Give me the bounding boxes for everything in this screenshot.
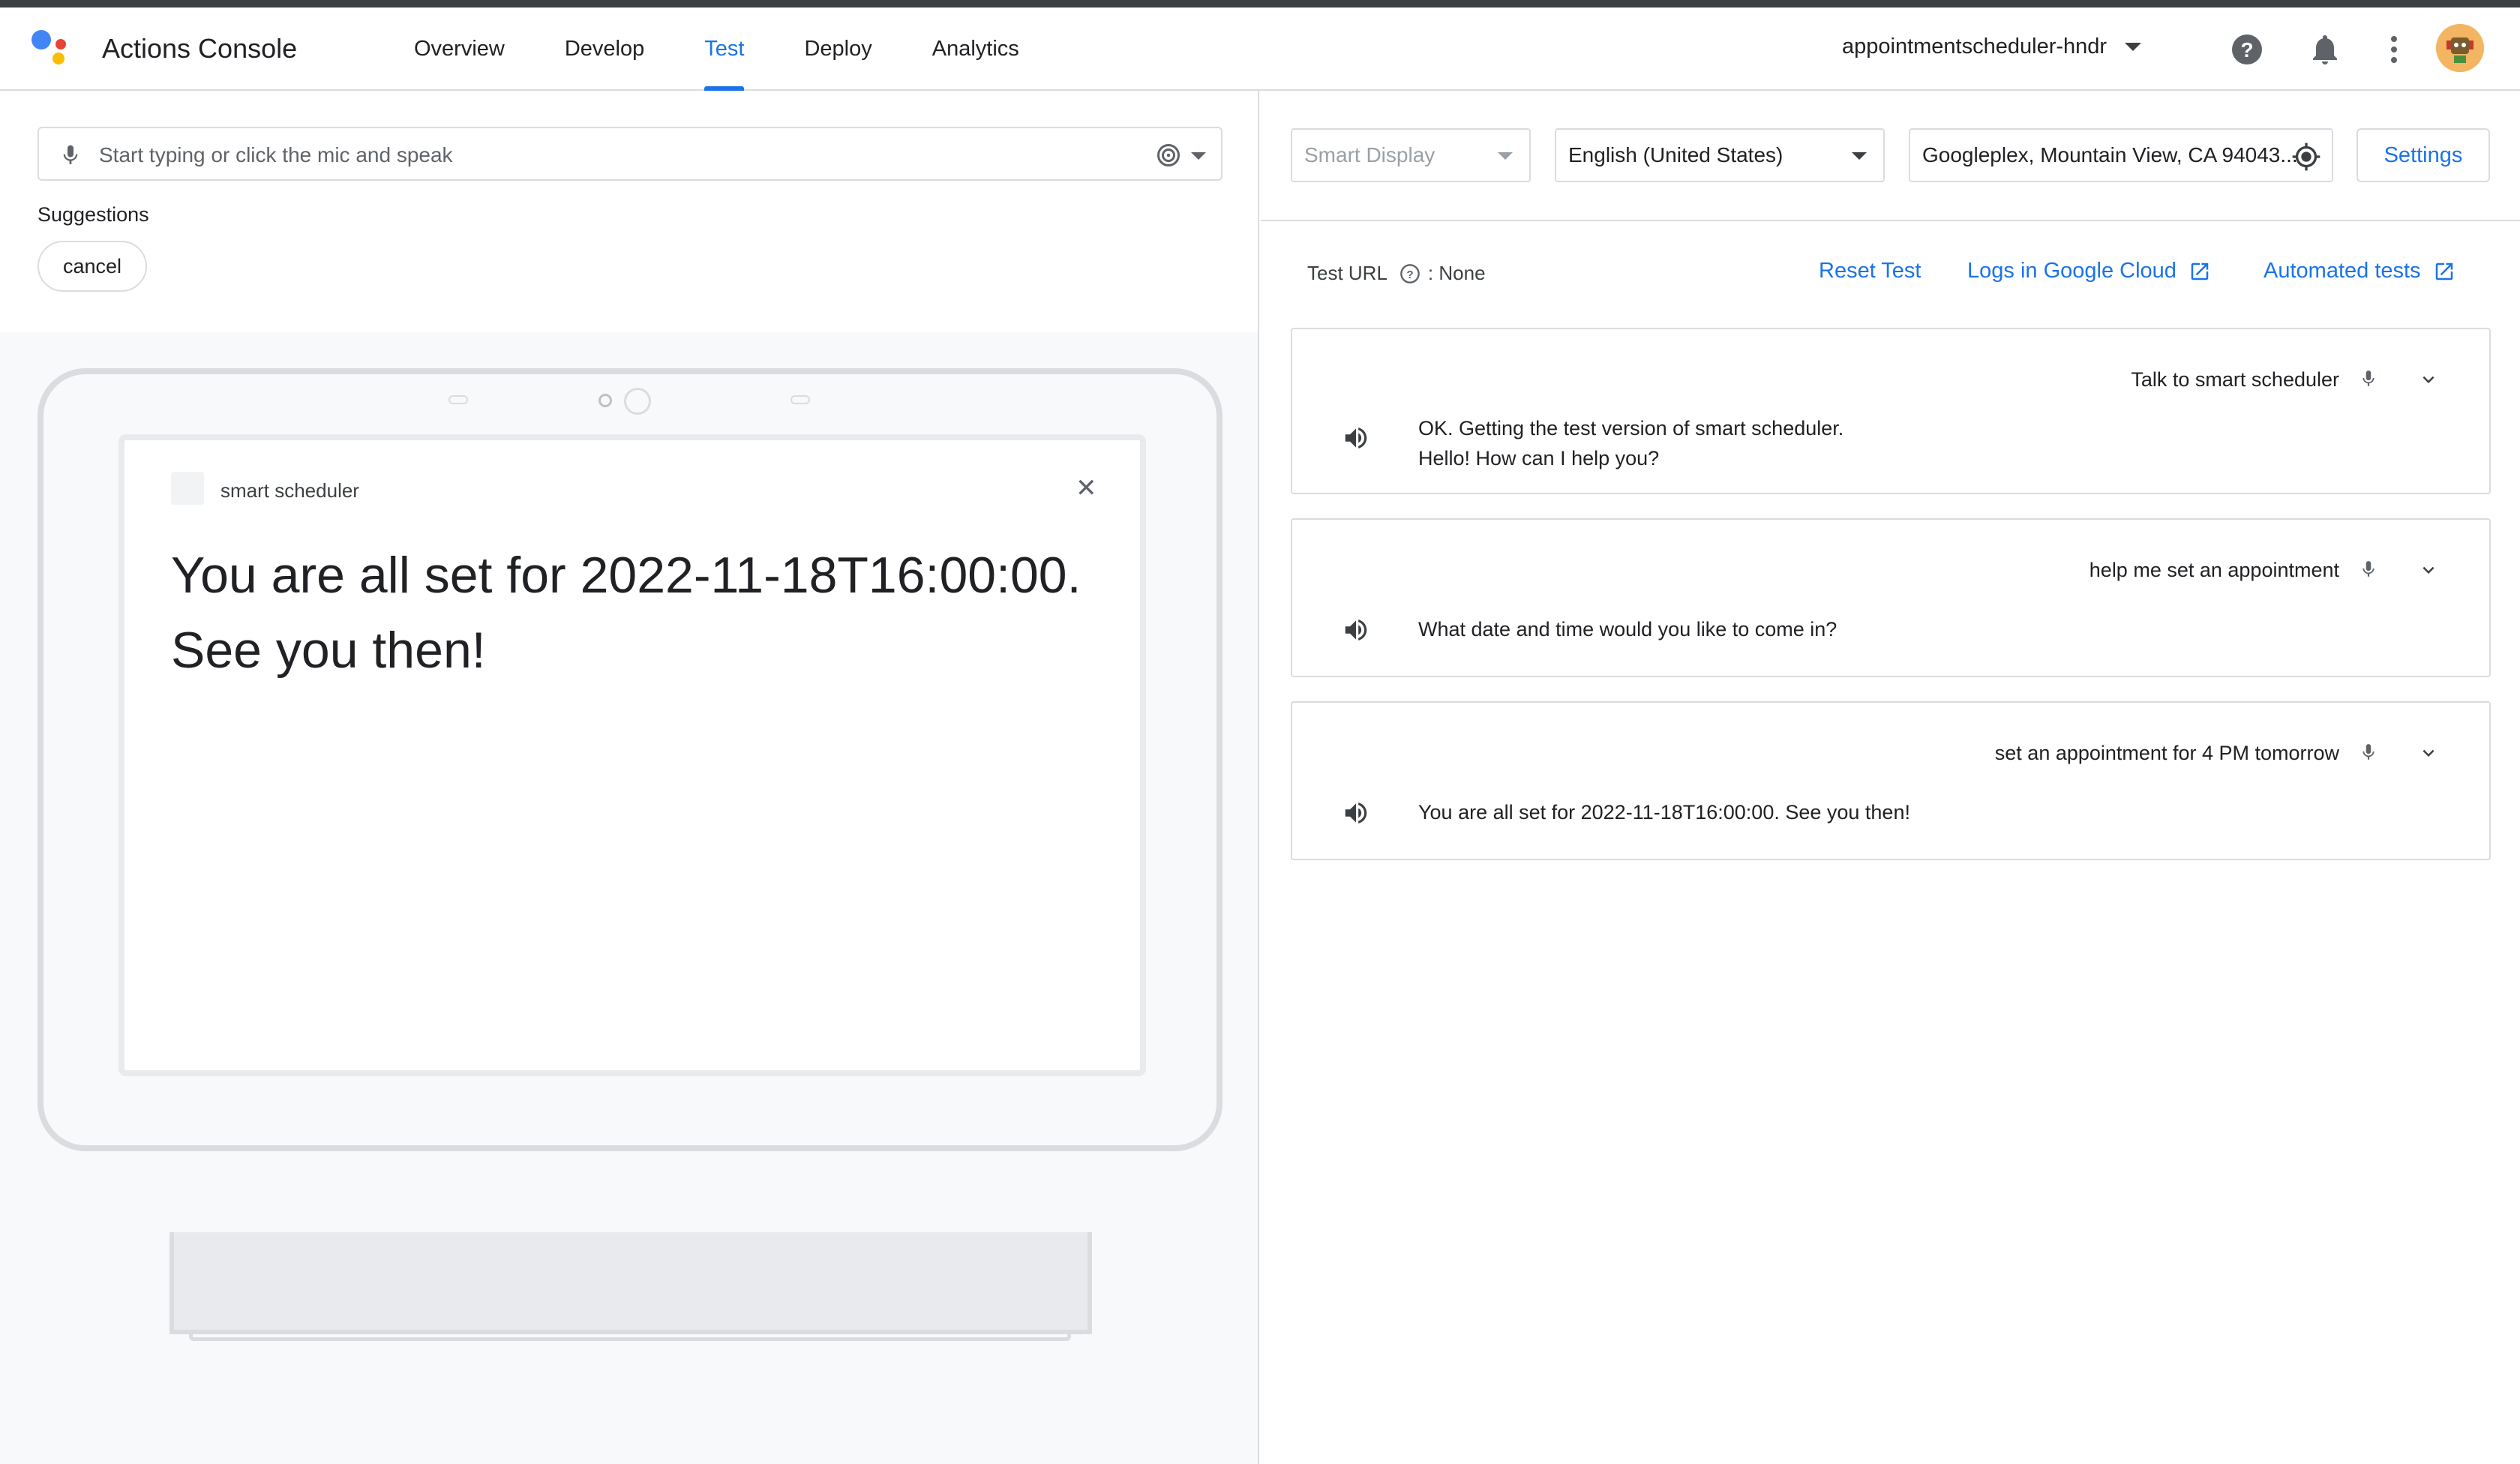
automated-tests-label: Automated tests (2264, 259, 2421, 283)
device-stand (170, 1232, 1092, 1334)
logs-label: Logs in Google Cloud (1967, 259, 2176, 283)
response-line: Hello! How can I help you? (1418, 447, 1660, 470)
input-area: Start typing or click the mic and speak … (0, 91, 1258, 332)
user-utterance: Talk to smart scheduler (2131, 368, 2339, 391)
app-title: Actions Console (102, 33, 298, 64)
volume-icon[interactable] (1342, 616, 1370, 644)
test-controls: Smart Display English (United States) Go… (1261, 91, 2520, 221)
svg-text:?: ? (2240, 38, 2253, 62)
external-link-icon (2435, 262, 2452, 280)
notifications-icon[interactable] (2307, 32, 2343, 68)
help-icon[interactable]: ? (2229, 32, 2265, 68)
mic-icon[interactable] (58, 142, 82, 169)
close-icon[interactable]: ✕ (1076, 473, 1097, 503)
response-line: OK. Getting the test version of smart sc… (1418, 417, 1844, 440)
external-link-icon (2191, 262, 2209, 280)
assistant-response: You are all set for 2022-11-18T16:00:00.… (1418, 797, 1910, 827)
screen-message: You are all set for 2022-11-18T16:00:00.… (171, 547, 1082, 679)
simulator-panel: Start typing or click the mic and speak … (0, 91, 1259, 1464)
project-name: appointmentscheduler-hndr (1842, 34, 2108, 58)
response-line: What date and time would you like to com… (1418, 618, 1838, 640)
logs-link[interactable]: Logs in Google Cloud (1967, 259, 2211, 284)
project-selector[interactable]: appointmentscheduler-hndr (1842, 34, 2142, 59)
response-line: You are all set for 2022-11-18T16:00:00.… (1418, 801, 1910, 824)
mic-icon (2362, 744, 2374, 760)
caret-down-icon (2125, 43, 2142, 51)
test-url-value: : None (1427, 262, 1486, 284)
assistant-icon[interactable] (1155, 142, 1182, 169)
surface-select[interactable]: Smart Display (1291, 128, 1531, 182)
mic-icon (2362, 561, 2374, 577)
query-input[interactable]: Start typing or click the mic and speak (38, 127, 1222, 181)
app-header: Actions Console Overview Develop Test De… (0, 8, 2520, 91)
caret-down-icon (1852, 152, 1867, 160)
avatar[interactable] (2436, 24, 2484, 72)
test-url: Test URL ? : None (1307, 262, 1486, 285)
user-utterance: help me set an appointment (2089, 559, 2339, 581)
tab-analytics[interactable]: Analytics (932, 8, 1019, 91)
gps-icon[interactable] (2291, 142, 2321, 172)
location-value: Googleplex, Mountain View, CA 94043... (1922, 143, 2298, 166)
conversation-panel: Smart Display English (United States) Go… (1261, 91, 2520, 1464)
caret-down-icon[interactable] (1191, 152, 1206, 160)
location-field[interactable]: Googleplex, Mountain View, CA 94043... (1909, 128, 2333, 182)
reset-test-link[interactable]: Reset Test (1819, 259, 1921, 284)
device-stand-foot (189, 1330, 1071, 1341)
conversation-turn: set an appointment for 4 PM tomorrow You… (1291, 701, 2491, 860)
chevron-down-icon[interactable] (2417, 559, 2440, 581)
test-url-label: Test URL (1307, 262, 1388, 284)
screen-app-name: smart scheduler (220, 479, 359, 502)
suggestions-label: Suggestions (38, 203, 149, 226)
automated-tests-link[interactable]: Automated tests (2264, 259, 2456, 284)
help-outline-icon[interactable]: ? (1400, 263, 1420, 284)
main-nav: Overview Develop Test Deploy Analytics (414, 8, 1079, 91)
tab-deploy[interactable]: Deploy (804, 8, 872, 91)
chevron-down-icon[interactable] (2417, 368, 2440, 391)
caret-down-icon (1498, 152, 1513, 160)
suggestion-chip-cancel[interactable]: cancel (38, 241, 148, 292)
assistant-response: What date and time would you like to com… (1418, 614, 1837, 644)
conversation-turn: Talk to smart scheduler OK. Getting the … (1291, 328, 2491, 494)
device-screen: smart scheduler ✕ You are all set for 20… (118, 434, 1146, 1076)
svg-text:?: ? (1406, 268, 1413, 280)
top-strip (0, 0, 2520, 8)
app-icon (171, 472, 204, 505)
volume-icon[interactable] (1342, 799, 1370, 827)
tab-develop[interactable]: Develop (565, 8, 644, 91)
query-placeholder: Start typing or click the mic and speak (99, 143, 453, 166)
device-camera (598, 394, 612, 407)
assistant-response: OK. Getting the test version of smart sc… (1418, 413, 1844, 473)
user-utterance: set an appointment for 4 PM tomorrow (1994, 742, 2339, 764)
language-select[interactable]: English (United States) (1555, 128, 1885, 182)
language-value: English (United States) (1568, 143, 1784, 166)
conversation-turn: help me set an appointment What date and… (1291, 518, 2491, 677)
chevron-down-icon[interactable] (2417, 742, 2440, 764)
device-sensor (448, 395, 468, 404)
smart-display-device: smart scheduler ✕ You are all set for 20… (38, 368, 1222, 1151)
device-camera-ring (624, 388, 651, 415)
mic-icon (2362, 370, 2374, 386)
volume-icon[interactable] (1342, 424, 1370, 452)
more-vert-icon[interactable] (2376, 32, 2412, 68)
settings-button[interactable]: Settings (2356, 128, 2490, 182)
tab-test[interactable]: Test (704, 8, 745, 91)
assistant-logo-icon (30, 27, 75, 72)
device-sensor (790, 395, 810, 404)
reset-test-label: Reset Test (1819, 259, 1922, 283)
tab-overview[interactable]: Overview (414, 8, 505, 91)
surface-value: Smart Display (1304, 143, 1436, 166)
